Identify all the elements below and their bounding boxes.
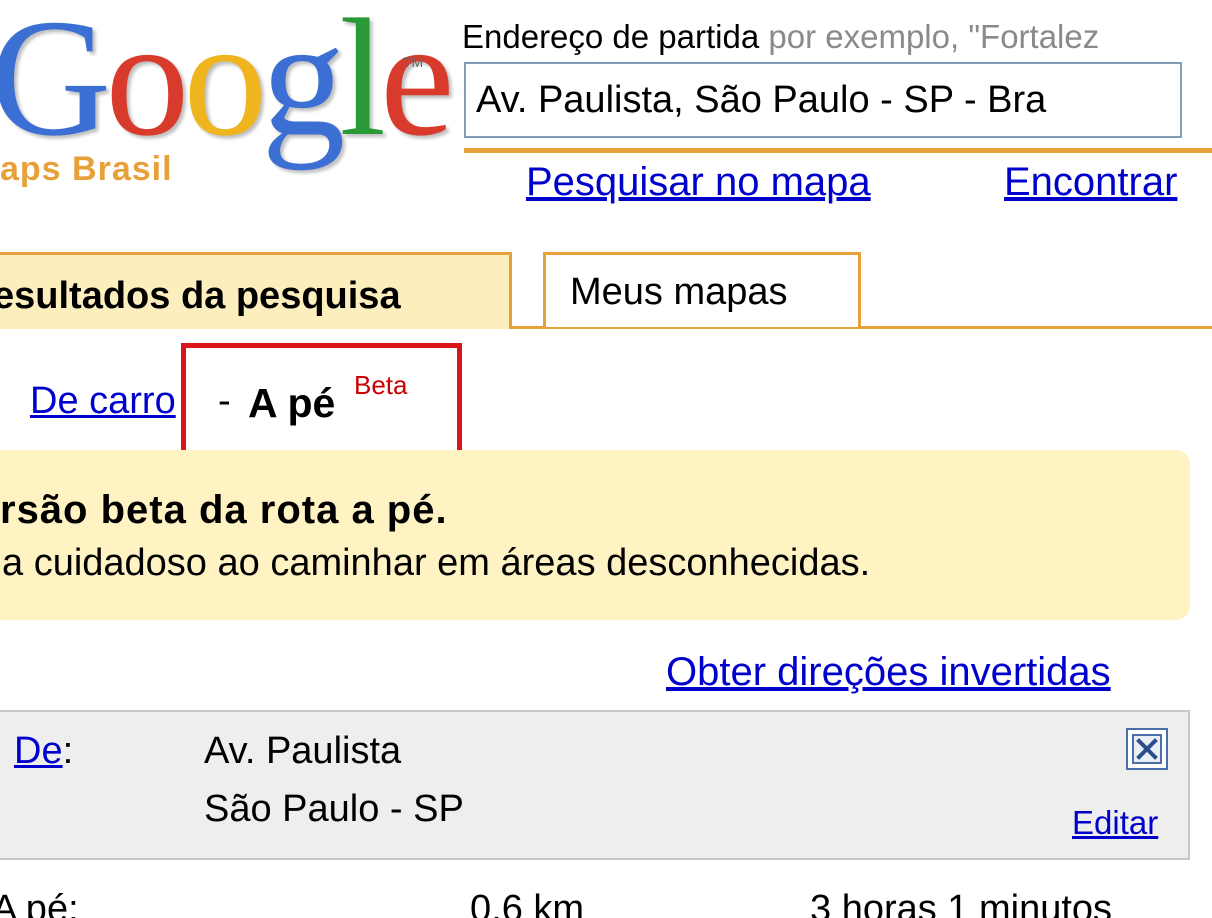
from-address-line1: Av. Paulista <box>204 730 402 772</box>
reverse-directions-link[interactable]: Obter direções invertidas <box>666 650 1111 695</box>
logo-wordmark: Google <box>0 0 455 162</box>
route-summary-row: A pé: 0,6 km 3 horas 1 minutos <box>0 888 1212 918</box>
from-colon: : <box>62 730 74 772</box>
tab-search-results[interactable]: esultados da pesquisa <box>0 252 512 329</box>
logo-letter: o <box>183 0 267 171</box>
route-duration-cell: 3 horas 1 minutos <box>810 888 1113 918</box>
logo-letter: g <box>261 0 345 171</box>
route-distance-cell: 0,6 km <box>470 888 585 918</box>
header-divider <box>464 148 1212 153</box>
beta-notice-title: rsão beta da rota a pé. <box>0 488 448 532</box>
search-map-link[interactable]: Pesquisar no mapa <box>526 160 871 205</box>
tab-my-maps[interactable]: Meus mapas <box>543 252 861 327</box>
travel-mode-prefix: : <box>0 380 3 423</box>
beta-notice-text: a cuidadoso ao caminhar em áreas desconh… <box>2 542 871 584</box>
logo-trademark: TM <box>403 54 424 70</box>
route-mode-cell: A pé: <box>0 888 79 918</box>
logo-letter: o <box>105 0 189 171</box>
start-address-example: por exemplo, "Fortalez <box>768 18 1100 55</box>
start-address-input[interactable] <box>464 62 1182 138</box>
edit-waypoint-link[interactable]: Editar <box>1072 804 1158 842</box>
from-waypoint-box: De: Av. Paulista São Paulo - SP Editar <box>0 710 1190 860</box>
logo-letter: G <box>0 0 111 171</box>
beta-warning-notice: rsão beta da rota a pé. a cuidadoso ao c… <box>0 450 1190 620</box>
logo-letter: l <box>339 0 386 171</box>
logo-letter: e <box>380 0 455 171</box>
start-address-label-text: Endereço de partida <box>462 18 760 55</box>
from-label: De: <box>14 730 73 773</box>
from-address-line2: São Paulo - SP <box>204 788 464 830</box>
close-icon <box>1132 734 1162 764</box>
logo-subtitle: aps Brasil <box>0 150 173 188</box>
from-link[interactable]: De <box>14 730 63 772</box>
driving-mode-link[interactable]: De carro <box>30 380 176 423</box>
google-maps-logo[interactable]: Google TM aps Brasil <box>0 0 455 200</box>
start-address-label: Endereço de partida por exemplo, "Fortal… <box>462 18 1099 56</box>
remove-waypoint-button[interactable] <box>1126 728 1168 770</box>
find-businesses-link[interactable]: Encontrar <box>1004 160 1177 205</box>
